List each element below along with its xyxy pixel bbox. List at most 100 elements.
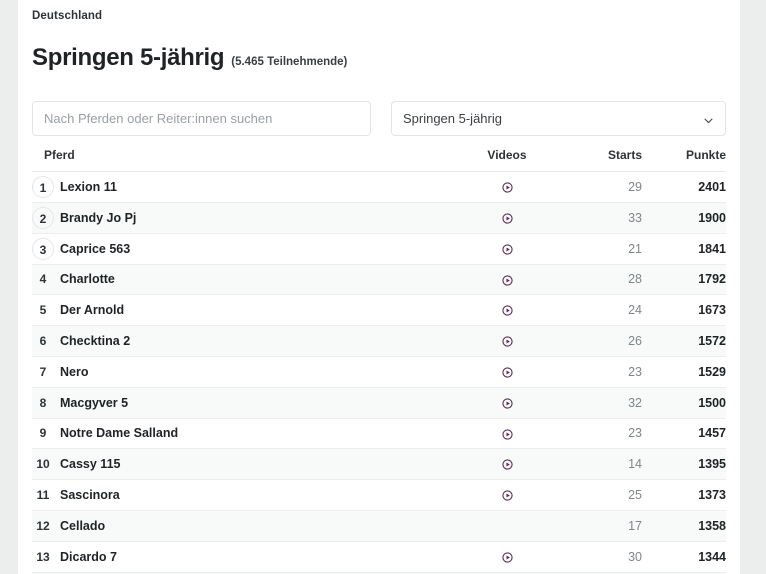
cell-videos[interactable]: [452, 418, 562, 449]
rank-badge: 9: [32, 422, 54, 444]
search-input[interactable]: [32, 101, 371, 136]
cell-horse[interactable]: 12 Cellado: [32, 510, 452, 541]
cell-videos[interactable]: [452, 356, 562, 387]
play-circle-icon[interactable]: [502, 182, 513, 193]
cell-videos[interactable]: [452, 264, 562, 295]
play-circle-icon[interactable]: [502, 398, 513, 409]
column-header-videos: Videos: [452, 148, 562, 172]
table-row[interactable]: 2Brandy Jo Pj331900: [32, 202, 726, 233]
cell-horse[interactable]: 8 Macgyver 5: [32, 387, 452, 418]
cell-starts: 24: [562, 295, 642, 326]
cell-videos[interactable]: [452, 295, 562, 326]
table-row[interactable]: 5Der Arnold241673: [32, 295, 726, 326]
cell-points: 1344: [642, 541, 726, 572]
column-header-points: Punkte: [642, 148, 726, 172]
horse-name[interactable]: Notre Dame Salland: [60, 426, 178, 440]
rank-badge: 12: [32, 515, 54, 537]
cell-videos[interactable]: [452, 172, 562, 203]
play-circle-icon[interactable]: [502, 336, 513, 347]
table-row[interactable]: 4Charlotte 281792: [32, 264, 726, 295]
cell-points: 1395: [642, 449, 726, 480]
cell-points: 1373: [642, 480, 726, 511]
horse-name[interactable]: Cellado: [60, 519, 105, 533]
table-row[interactable]: 13 Dicardo 7 301344: [32, 541, 726, 572]
horse-name[interactable]: Macgyver 5: [60, 396, 128, 410]
horse-name[interactable]: Der Arnold: [60, 303, 124, 317]
cell-horse[interactable]: 13 Dicardo 7: [32, 541, 452, 572]
cell-videos[interactable]: [452, 449, 562, 480]
table-body: 1Lexion 112924012Brandy Jo Pj3319003Capr…: [32, 172, 726, 574]
cell-points: 1792: [642, 264, 726, 295]
horse-name[interactable]: Charlotte: [60, 272, 115, 286]
rank-badge: 2: [32, 207, 54, 229]
horse-name[interactable]: Nero: [60, 365, 88, 379]
horse-name[interactable]: Dicardo 7: [60, 550, 117, 564]
rank-badge: 8: [32, 392, 54, 414]
cell-horse[interactable]: 1 Lexion 11: [32, 172, 452, 203]
cell-starts: 28: [562, 264, 642, 295]
play-circle-icon[interactable]: [502, 305, 513, 316]
cell-horse[interactable]: 10 Cassy 115: [32, 449, 452, 480]
table-row[interactable]: 8Macgyver 5321500: [32, 387, 726, 418]
rank-badge: 13: [32, 546, 54, 568]
cell-points: 1500: [642, 387, 726, 418]
cell-videos[interactable]: [452, 480, 562, 511]
cell-videos[interactable]: [452, 233, 562, 264]
cell-starts: 14: [562, 449, 642, 480]
search-field-wrapper: [32, 101, 371, 136]
play-circle-icon[interactable]: [502, 244, 513, 255]
horse-name[interactable]: Cassy 115: [60, 457, 120, 471]
play-circle-icon[interactable]: [502, 552, 513, 563]
cell-horse[interactable]: 4Charlotte: [32, 264, 452, 295]
cell-horse[interactable]: 7 Nero: [32, 356, 452, 387]
cell-points: 2401: [642, 172, 726, 203]
participants-count: (5.465 Teilnehmende): [231, 55, 347, 69]
horse-name[interactable]: Caprice 563: [60, 242, 130, 256]
rank-badge: 5: [32, 299, 54, 321]
rank-badge: 10: [32, 453, 54, 475]
column-header-horse: Pferd: [32, 148, 452, 172]
horse-name[interactable]: Checktina 2: [60, 334, 130, 348]
table-row[interactable]: 1Lexion 11292401: [32, 172, 726, 203]
table-row[interactable]: 7Nero231529: [32, 356, 726, 387]
cell-points: 1529: [642, 356, 726, 387]
play-circle-icon[interactable]: [502, 213, 513, 224]
horse-name[interactable]: Sascinora: [60, 488, 120, 502]
cell-horse[interactable]: 3Caprice 563: [32, 233, 452, 264]
discipline-select-value: Springen 5-jährig: [403, 111, 703, 126]
cell-horse[interactable]: 6Checktina 2: [32, 326, 452, 357]
filter-controls: Springen 5-jährig: [32, 101, 726, 136]
cell-points: 1841: [642, 233, 726, 264]
discipline-select[interactable]: Springen 5-jährig: [391, 101, 726, 136]
play-circle-icon[interactable]: [502, 367, 513, 378]
play-circle-icon[interactable]: [502, 490, 513, 501]
cell-horse[interactable]: 11 Sascinora: [32, 480, 452, 511]
table-row[interactable]: 10 Cassy 115 141395: [32, 449, 726, 480]
table-row[interactable]: 6Checktina 2261572: [32, 326, 726, 357]
play-circle-icon[interactable]: [502, 429, 513, 440]
horse-name[interactable]: Lexion 11: [60, 180, 117, 194]
cell-videos[interactable]: [452, 202, 562, 233]
table-row[interactable]: 11Sascinora251373: [32, 480, 726, 511]
cell-videos[interactable]: [452, 326, 562, 357]
cell-points: 1358: [642, 510, 726, 541]
cell-starts: 30: [562, 541, 642, 572]
rank-badge: 11: [32, 484, 54, 506]
discipline-select-wrapper: Springen 5-jährig: [391, 101, 726, 136]
cell-videos[interactable]: [452, 387, 562, 418]
cell-starts: 17: [562, 510, 642, 541]
horse-name[interactable]: Brandy Jo Pj: [60, 211, 136, 225]
cell-horse[interactable]: 5 Der Arnold: [32, 295, 452, 326]
play-circle-icon[interactable]: [502, 459, 513, 470]
play-circle-icon[interactable]: [502, 275, 513, 286]
table-row[interactable]: 9Notre Dame Salland231457: [32, 418, 726, 449]
rank-badge: 1: [32, 176, 54, 198]
table-row[interactable]: 3Caprice 563211841: [32, 233, 726, 264]
cell-horse[interactable]: 2 Brandy Jo Pj: [32, 202, 452, 233]
cell-horse[interactable]: 9 Notre Dame Salland: [32, 418, 452, 449]
rank-badge: 7: [32, 361, 54, 383]
cell-videos[interactable]: [452, 541, 562, 572]
column-header-starts: Starts: [562, 148, 642, 172]
table-row[interactable]: 12 Cellado 171358: [32, 510, 726, 541]
table-head: Pferd Videos Starts Punkte: [32, 148, 726, 172]
